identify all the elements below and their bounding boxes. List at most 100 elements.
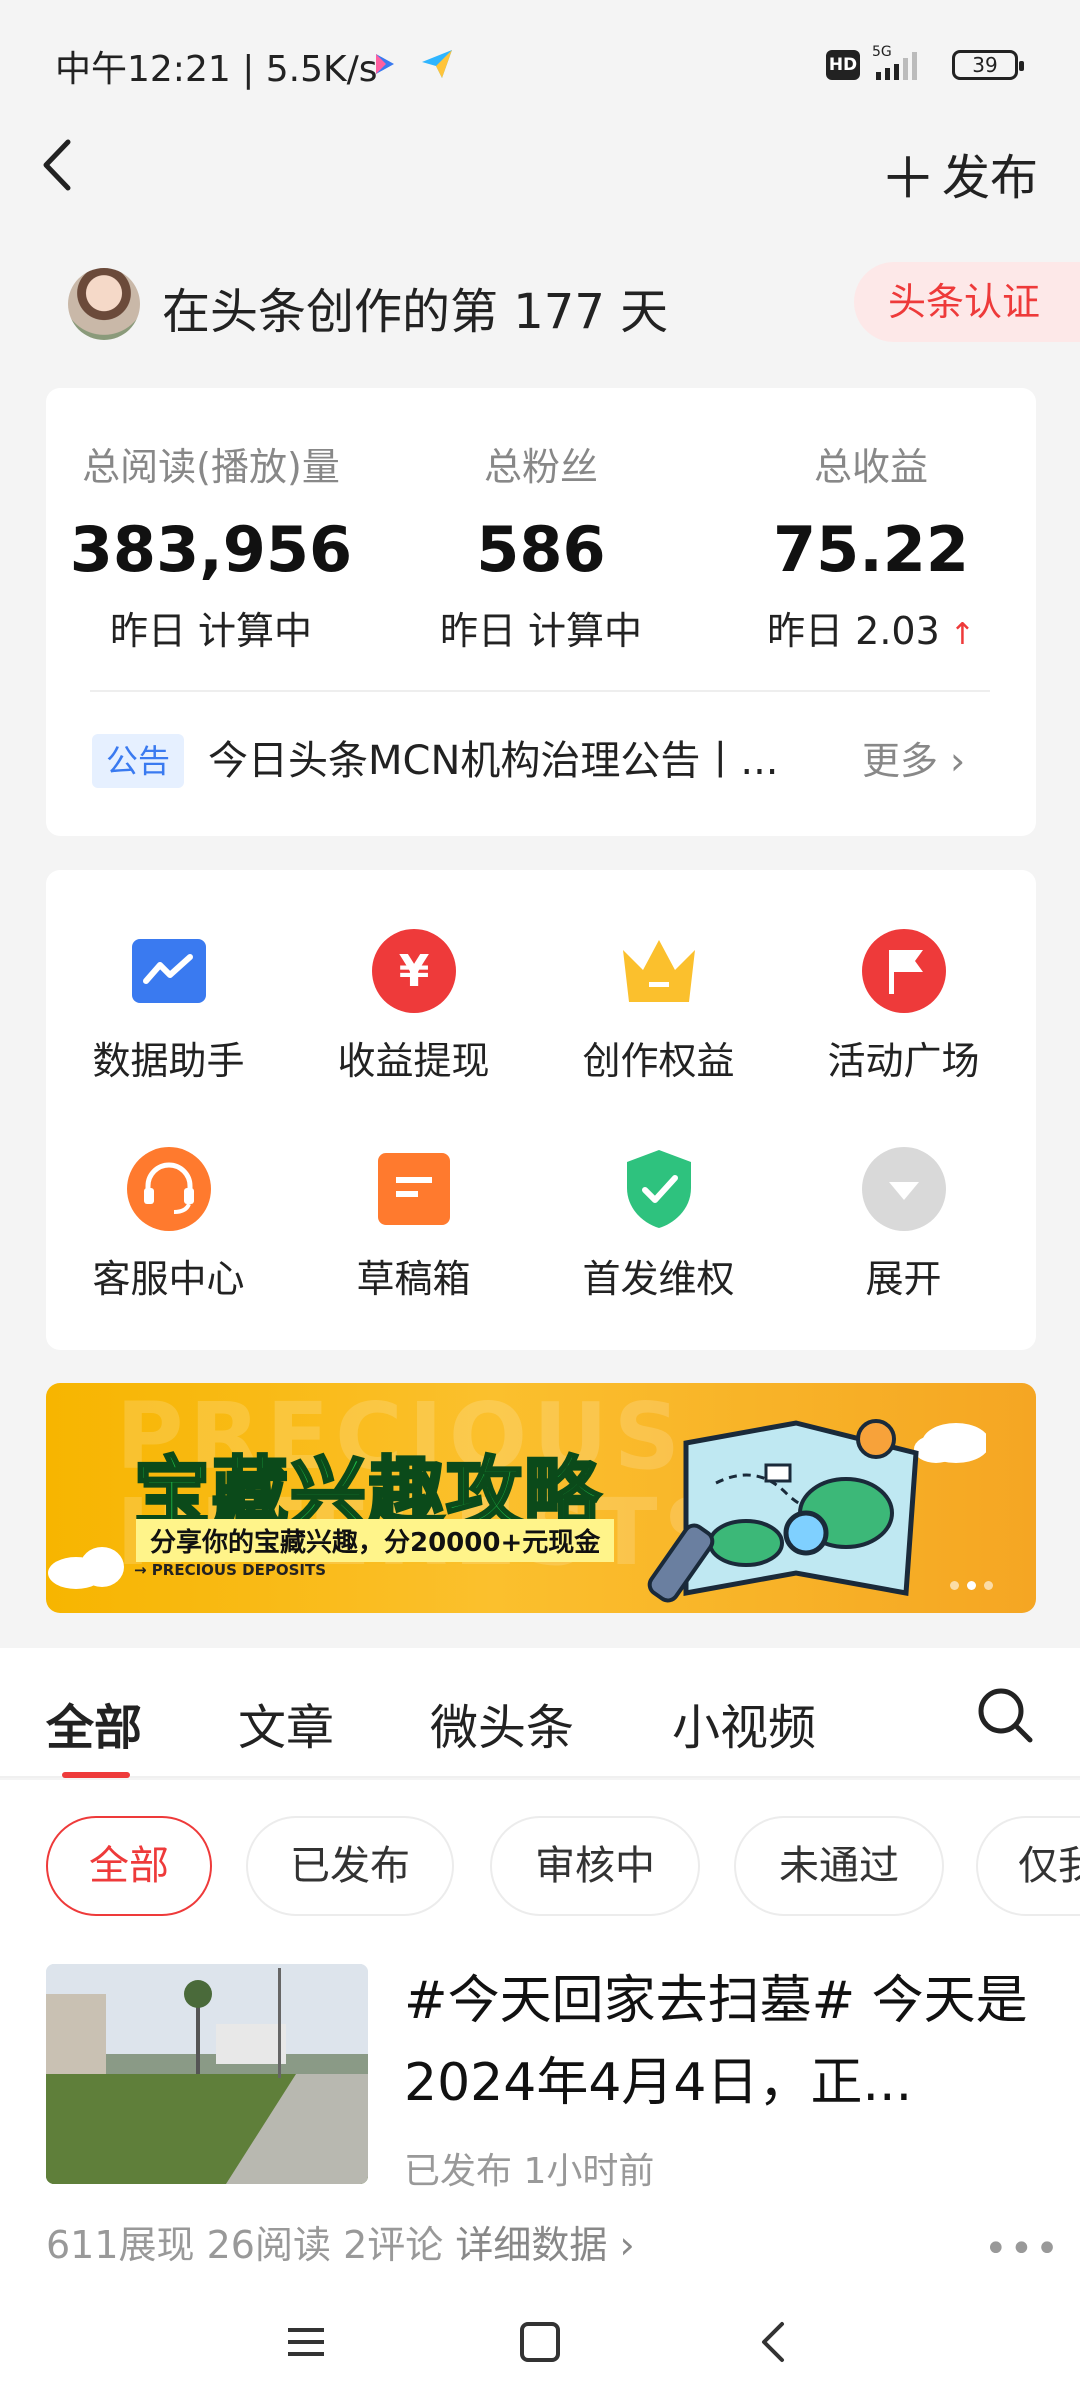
arrow-up-icon: ↑ (949, 617, 975, 652)
banner-subtitle: 分享你的宝藏兴趣，分20000+元现金 (136, 1519, 615, 1562)
carousel-dot (984, 1581, 993, 1590)
search-icon[interactable] (974, 1684, 1036, 1746)
tool-label: 首发维权 (582, 1257, 735, 1301)
draft-icon (371, 1146, 457, 1232)
post-status: 已发布 (404, 2151, 513, 2192)
detail-data-link[interactable]: 详细数据 › (455, 2223, 634, 2267)
tab-micro-posts[interactable]: 微头条 (430, 1688, 574, 1758)
banner-small-text: → PRECIOUS DEPOSITS (134, 1561, 326, 1579)
stat-sub-wrap: 昨日 2.03 ↑ (706, 600, 1036, 655)
content-tabs: 全部 文章 微头条 小视频 (0, 1648, 1080, 1778)
home-icon[interactable] (508, 2310, 572, 2374)
plus-icon: ＋ (880, 147, 936, 212)
tool-label: 活动广场 (827, 1039, 980, 1083)
battery-indicator: 39 (952, 50, 1024, 80)
headset-icon (126, 1146, 212, 1232)
verification-badge[interactable]: 头条认证 (854, 262, 1080, 342)
stat-label: 总粉丝 (483, 445, 598, 489)
shield-icon (616, 1146, 702, 1232)
carousel-dot (950, 1581, 959, 1590)
stat-value: 75.22 (772, 513, 970, 586)
detail-data-label: 详细数据 (455, 2223, 608, 2267)
tool-label: 客服中心 (92, 1257, 245, 1301)
carousel-dot-active (967, 1581, 976, 1590)
post-meta: 已发布 1小时前 (404, 2142, 654, 2194)
notice-text[interactable]: 今日头条MCN机构治理公告丨... (208, 734, 868, 788)
video-app-icon (376, 54, 394, 74)
stat-total-earnings[interactable]: 总收益 75.22 昨日 2.03 ↑ (706, 388, 1036, 655)
avatar[interactable] (68, 268, 140, 340)
expand-icon (861, 1146, 947, 1232)
creation-days: 在头条创作的第 177 天 (162, 284, 669, 340)
tool-label: 草稿箱 (356, 1257, 471, 1301)
signal-icon: 5G (872, 44, 917, 80)
stat-sub: 昨日 2.03 (767, 609, 940, 653)
tab-short-videos[interactable]: 小视频 (672, 1688, 816, 1758)
tool-label: 数据助手 (92, 1039, 245, 1083)
stat-label: 总收益 (813, 445, 928, 489)
tool-earnings-withdraw[interactable]: ¥ 收益提现 (291, 928, 536, 1085)
post-title[interactable]: #今天回家去扫墓# 今天是2024年4月4日，正... (404, 1960, 1034, 2124)
tool-label: 创作权益 (582, 1039, 735, 1083)
chevron-right-icon: › (950, 739, 966, 783)
yuan-icon: ¥ (371, 928, 457, 1014)
stat-total-reads[interactable]: 总阅读(播放)量 383,956 昨日 计算中 (46, 388, 376, 655)
status-bar: 中午12:21 | 5.5K/s HD 5G 39 (0, 0, 1080, 130)
tool-creator-rights[interactable]: 创作权益 (536, 928, 781, 1085)
cloud-icon (48, 1547, 124, 1589)
filter-all[interactable]: 全部 (46, 1816, 212, 1916)
stat-total-fans[interactable]: 总粉丝 586 昨日 计算中 (376, 388, 706, 655)
system-navigation-bar (0, 2284, 1080, 2400)
stat-sub: 昨日 计算中 (109, 609, 313, 653)
post-thumbnail[interactable] (46, 1964, 368, 2184)
chevron-right-icon: › (619, 2223, 635, 2267)
status-filters: 全部 已发布 审核中 未通过 仅我 (0, 1780, 1080, 1924)
divider (90, 690, 990, 692)
post-impressions: 611展现 (46, 2223, 195, 2267)
filter-rejected[interactable]: 未通过 (734, 1816, 944, 1916)
promo-banner[interactable]: PRECIOUS INTERESTS 宝藏兴趣攻略 分享你的宝藏兴趣，分2000… (46, 1383, 1036, 1613)
tool-customer-service[interactable]: 客服中心 (46, 1146, 291, 1303)
svg-text:5G: 5G (872, 44, 892, 60)
status-time: 中午12:21 | 5.5K/s (55, 49, 378, 90)
filter-private[interactable]: 仅我 (976, 1816, 1080, 1916)
flag-icon (861, 928, 947, 1014)
post-stats: 611展现 26阅读 2评论 详细数据 › (46, 2214, 635, 2269)
tool-label: 收益提现 (337, 1039, 490, 1083)
more-options-icon[interactable]: ••• (984, 2226, 1061, 2272)
tab-indicator (62, 1772, 130, 1778)
treasure-map-illustration (647, 1419, 986, 1603)
stat-value: 383,956 (69, 513, 353, 586)
banner-small-label: PRECIOUS DEPOSITS (151, 1561, 326, 1579)
post-reads: 26阅读 (206, 2223, 331, 2267)
svg-text:¥: ¥ (398, 946, 429, 997)
tab-all[interactable]: 全部 (46, 1688, 142, 1758)
tab-articles[interactable]: 文章 (238, 1688, 334, 1758)
notice-more-label: 更多 (862, 739, 939, 783)
tool-expand[interactable]: 展开 (781, 1146, 1026, 1303)
stat-sub: 昨日 计算中 (439, 609, 643, 653)
back-nav-icon[interactable] (742, 2310, 806, 2374)
menu-icon[interactable] (274, 2310, 338, 2374)
publish-button[interactable]: ＋发布 (880, 134, 1038, 215)
tool-data-assistant[interactable]: 数据助手 (46, 928, 291, 1085)
tool-activity-square[interactable]: 活动广场 (781, 928, 1026, 1085)
chart-icon (126, 928, 212, 1014)
publish-label: 发布 (942, 150, 1039, 206)
post-time: 1小时前 (523, 2151, 655, 2192)
notice-more-link[interactable]: 更多 › (862, 734, 965, 788)
tool-drafts[interactable]: 草稿箱 (291, 1146, 536, 1303)
tools-card: 数据助手 ¥ 收益提现 创作权益 活动广场 客服中心 草稿箱 首发维权 展开 (46, 870, 1036, 1350)
tool-label: 展开 (865, 1257, 942, 1301)
back-icon[interactable] (34, 130, 84, 200)
stat-value: 586 (476, 513, 606, 586)
stats-card: 总阅读(播放)量 383,956 昨日 计算中 总粉丝 586 昨日 计算中 总… (46, 388, 1036, 836)
post-item[interactable]: #今天回家去扫墓# 今天是2024年4月4日，正... 已发布 1小时前 611… (0, 1924, 1080, 2284)
notice-tag: 公告 (92, 734, 184, 788)
tool-original-protection[interactable]: 首发维权 (536, 1146, 781, 1303)
filter-published[interactable]: 已发布 (246, 1816, 454, 1916)
post-comments: 2评论 (343, 2223, 444, 2267)
paper-plane-icon (422, 50, 452, 78)
filter-reviewing[interactable]: 审核中 (490, 1816, 700, 1916)
stat-label: 总阅读(播放)量 (82, 445, 340, 489)
